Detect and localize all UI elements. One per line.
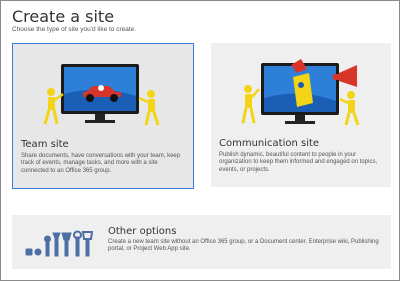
other-options-card[interactable]: Other options Create a new team site wit… (12, 215, 391, 269)
tools-icon (25, 230, 94, 257)
other-options-title: Other options (108, 226, 177, 237)
team-site-title: Team site (21, 139, 69, 150)
page-subtitle: Choose the type of site you'd like to cr… (12, 26, 137, 33)
team-site-illustration (43, 64, 160, 126)
communication-site-description: Publish dynamic, beautiful content to pe… (219, 152, 378, 173)
page-title: Create a site (12, 7, 115, 26)
team-site-card[interactable]: Team site Share documents, have conversa… (12, 43, 194, 189)
communication-site-title: Communication site (219, 138, 320, 149)
communication-site-card[interactable]: Communication site Publish dynamic, beau… (211, 43, 391, 187)
communication-site-illustration (241, 59, 360, 126)
team-site-description: Share documents, have conversations with… (21, 153, 181, 174)
other-options-description: Create a new team site without an Office… (108, 239, 379, 253)
create-site-panel: Create a site Choose the type of site yo… (0, 0, 400, 281)
